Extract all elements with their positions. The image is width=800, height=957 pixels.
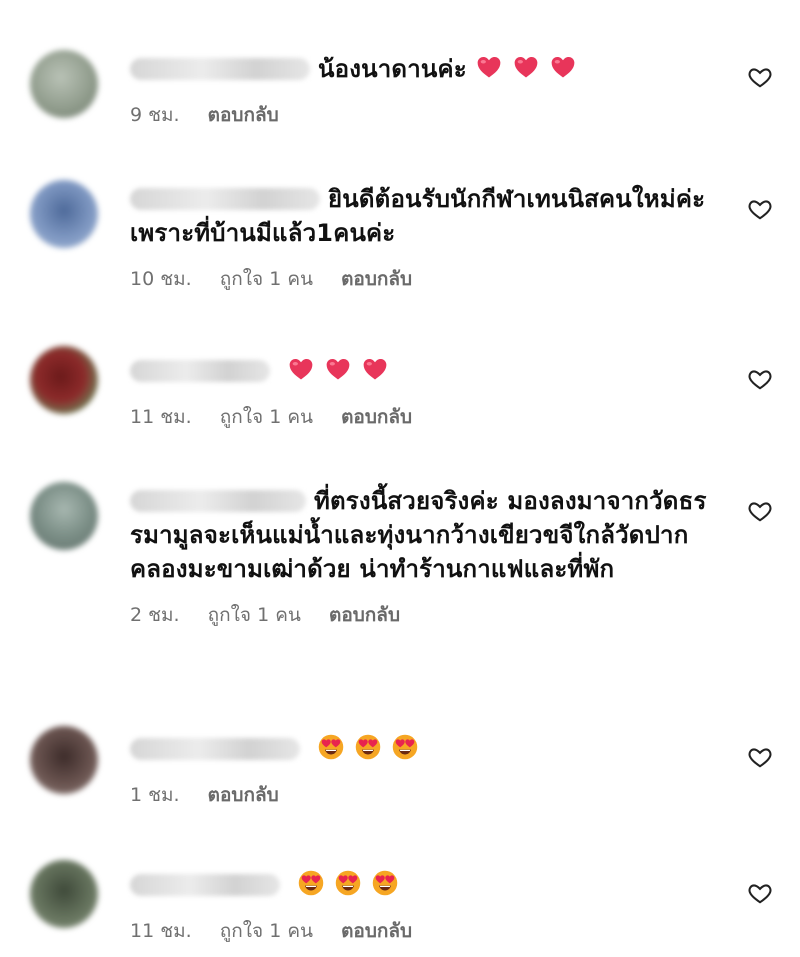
- comment-text: [130, 354, 730, 388]
- reply-button[interactable]: ตอบกลับ: [208, 104, 279, 126]
- comment-time: 1 ชม.: [130, 784, 180, 806]
- reply-button[interactable]: ตอบกลับ: [341, 268, 412, 290]
- emoji-row: [317, 734, 428, 763]
- emoji-row: [475, 55, 586, 83]
- like-count[interactable]: ถูกใจ 1 คน: [208, 604, 301, 626]
- comment-time: 2 ชม.: [130, 604, 180, 626]
- comment-meta: 10 ชม. ถูกใจ 1 คน ตอบกลับ: [130, 264, 720, 294]
- comment-meta: 1 ชม. ตอบกลับ: [130, 780, 730, 810]
- comment-text: ที่ตรงนี้สวยจริงค่ะ มองลงมาจากวัดธรรมามู…: [130, 484, 720, 586]
- comment-text: ยินดีต้อนรับนักกีฬาเทนนิสคนใหม่ค่ะ เพราะ…: [130, 182, 720, 250]
- username[interactable]: [130, 58, 310, 80]
- username[interactable]: [130, 360, 270, 382]
- emoji-row: [297, 870, 408, 899]
- comment-body: 11 ชม. ถูกใจ 1 คน ตอบกลับ: [130, 354, 730, 432]
- comment-body: 11 ชม. ถูกใจ 1 คน ตอบกลับ: [130, 868, 730, 946]
- avatar[interactable]: [30, 860, 98, 928]
- comment-time: 10 ชม.: [130, 268, 192, 290]
- comment-body: 1 ชม. ตอบกลับ: [130, 732, 730, 810]
- avatar[interactable]: [30, 346, 98, 414]
- comment-message: น้องนาดานค่ะ: [318, 55, 467, 83]
- red-heart-emoji-icon: [552, 56, 575, 78]
- reply-button[interactable]: ตอบกลับ: [341, 406, 412, 428]
- red-heart-emoji-icon: [289, 358, 312, 380]
- comment-body: ที่ตรงนี้สวยจริงค่ะ มองลงมาจากวัดธรรมามู…: [130, 484, 720, 630]
- comment-text: [130, 732, 730, 766]
- emoji-row: [287, 357, 398, 385]
- avatar[interactable]: [30, 50, 98, 118]
- like-count[interactable]: ถูกใจ 1 คน: [220, 406, 313, 428]
- comment-time: 9 ชม.: [130, 104, 180, 126]
- red-heart-emoji-icon: [515, 56, 538, 78]
- like-heart-icon[interactable]: [747, 64, 773, 90]
- username[interactable]: [130, 738, 300, 760]
- red-heart-emoji-icon: [363, 358, 386, 380]
- like-heart-icon[interactable]: [747, 366, 773, 392]
- heart-eyes-emoji-icon: [372, 870, 397, 896]
- red-heart-emoji-icon: [478, 56, 501, 78]
- like-count[interactable]: ถูกใจ 1 คน: [220, 920, 313, 942]
- heart-eyes-emoji-icon: [392, 734, 417, 760]
- comment-time: 11 ชม.: [130, 406, 192, 428]
- username[interactable]: [130, 490, 306, 512]
- like-heart-icon[interactable]: [747, 880, 773, 906]
- like-heart-icon[interactable]: [747, 744, 773, 770]
- comment-body: น้องนาดานค่ะ 9 ชม. ตอบกลับ: [130, 52, 730, 130]
- comment-meta: 9 ชม. ตอบกลับ: [130, 100, 730, 130]
- reply-button[interactable]: ตอบกลับ: [329, 604, 400, 626]
- comment-text: น้องนาดานค่ะ: [130, 52, 730, 86]
- like-heart-icon[interactable]: [747, 196, 773, 222]
- heart-eyes-emoji-icon: [318, 734, 343, 760]
- red-heart-emoji-icon: [326, 358, 349, 380]
- username[interactable]: [130, 188, 320, 210]
- heart-eyes-emoji-icon: [298, 870, 323, 896]
- heart-eyes-emoji-icon: [355, 734, 380, 760]
- comment-text: [130, 868, 730, 902]
- comment-meta: 11 ชม. ถูกใจ 1 คน ตอบกลับ: [130, 916, 730, 946]
- username[interactable]: [130, 874, 280, 896]
- avatar[interactable]: [30, 180, 98, 248]
- comment-meta: 2 ชม. ถูกใจ 1 คน ตอบกลับ: [130, 600, 720, 630]
- like-heart-icon[interactable]: [747, 498, 773, 524]
- like-count[interactable]: ถูกใจ 1 คน: [220, 268, 313, 290]
- reply-button[interactable]: ตอบกลับ: [208, 784, 279, 806]
- reply-button[interactable]: ตอบกลับ: [341, 920, 412, 942]
- heart-eyes-emoji-icon: [335, 870, 360, 896]
- avatar[interactable]: [30, 482, 98, 550]
- comment-body: ยินดีต้อนรับนักกีฬาเทนนิสคนใหม่ค่ะ เพราะ…: [130, 182, 720, 294]
- comment-time: 11 ชม.: [130, 920, 192, 942]
- comment-meta: 11 ชม. ถูกใจ 1 คน ตอบกลับ: [130, 402, 730, 432]
- avatar[interactable]: [30, 726, 98, 794]
